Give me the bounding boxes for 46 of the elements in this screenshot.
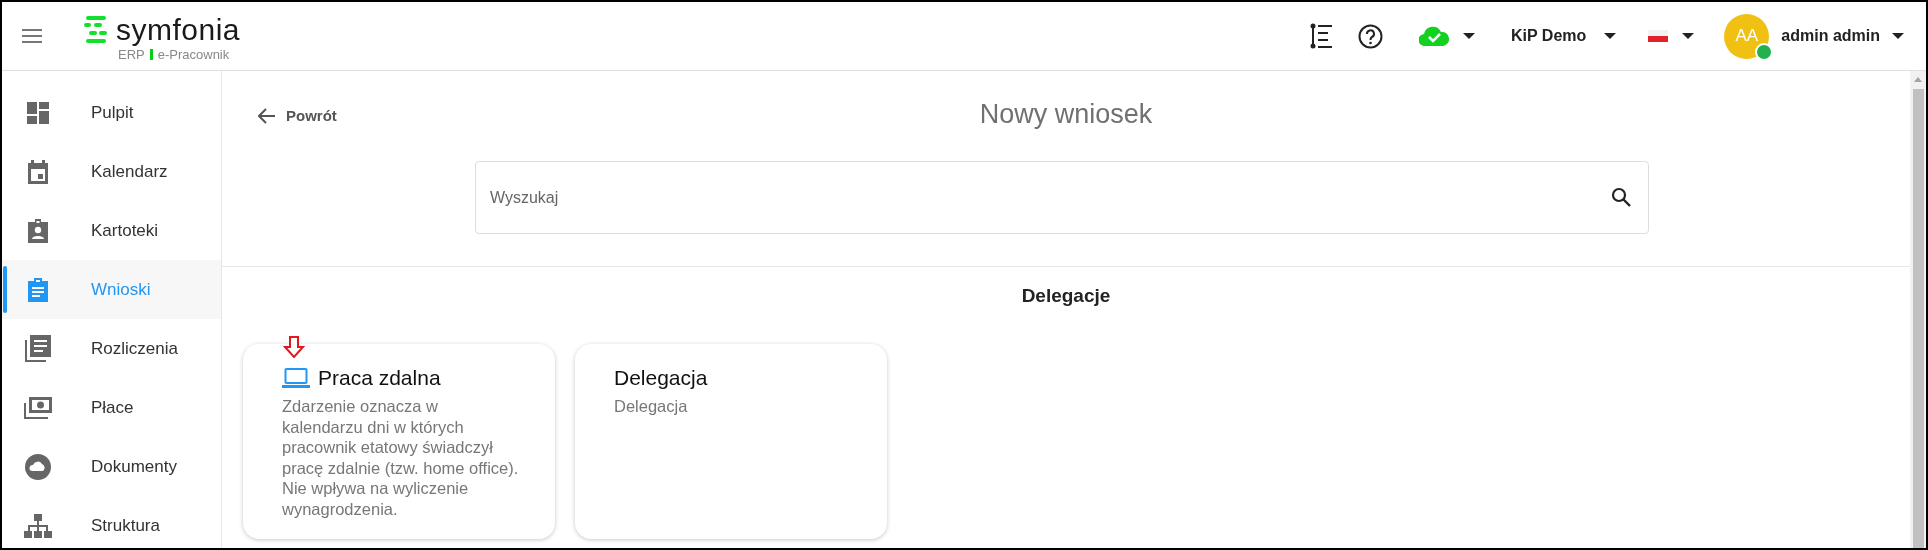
- sidebar-item[interactable]: Struktura: [2, 496, 221, 548]
- card-title: Delegacja: [614, 366, 708, 390]
- scrollbar-thumb[interactable]: [1912, 89, 1924, 548]
- logo-icon: [84, 16, 108, 43]
- hierarchy-icon: [24, 513, 52, 538]
- id-badge-icon: [27, 218, 49, 243]
- company-selector[interactable]: KiP Demo: [1511, 27, 1617, 45]
- request-card[interactable]: Praca zdalna Zdarzenie oznacza w kalendarzu dni w których pracownik etatowy świadczył pracę zdalnie (tzw. home office). Nie wpływa na wyliczenie wynagrodzenia.: [243, 344, 555, 539]
- caret-icon[interactable]: [1682, 33, 1695, 39]
- sidebar-item[interactable]: Pulpit: [2, 83, 221, 142]
- page-title: Nowy wniosek: [979, 98, 1153, 130]
- sync-status-button[interactable]: [1419, 26, 1476, 46]
- back-arrow-icon: [258, 107, 276, 124]
- documents-icon: [25, 335, 51, 362]
- section-heading: Delegacje: [1020, 284, 1112, 308]
- laptop-icon: [282, 368, 310, 388]
- sidebar-item[interactable]: Płace: [2, 378, 221, 437]
- language-selector[interactable]: [1648, 30, 1695, 42]
- request-card[interactable]: Delegacja Delegacja: [575, 344, 887, 539]
- sidebar-item[interactable]: Kartoteki: [2, 201, 221, 260]
- sidebar-item[interactable]: Rozliczenia: [2, 319, 221, 378]
- card-description: Delegacja: [614, 396, 689, 417]
- module-label: e-Pracownik: [157, 46, 230, 62]
- caret-icon[interactable]: [1463, 33, 1476, 39]
- list-icon[interactable]: [1310, 23, 1335, 49]
- menu-icon[interactable]: [22, 29, 42, 43]
- back-link[interactable]: Powrót: [258, 107, 337, 124]
- dashboard-icon: [27, 101, 49, 124]
- card-title: Praca zdalna: [318, 366, 441, 390]
- sidebar-item[interactable]: Dokumenty: [2, 437, 221, 496]
- clipboard-icon: [27, 277, 49, 302]
- caret-icon[interactable]: [1892, 33, 1904, 39]
- cloud-icon: [25, 453, 51, 480]
- cloud-check-icon: [1419, 26, 1450, 46]
- flag-icon: [1648, 30, 1669, 42]
- user-menu[interactable]: admin admin: [1781, 27, 1904, 45]
- search-icon[interactable]: [1611, 187, 1631, 207]
- card-description: Zdarzenie oznacza w kalendarzu dni w których pracownik etatowy świadczył pracę zdalnie (tzw. home office). Nie wpływa na wyliczenie wynagrodzenia.: [282, 396, 519, 519]
- sidebar-item[interactable]: Kalendarz: [2, 142, 221, 201]
- brand-logo: symfonia: [116, 14, 241, 45]
- banknote-icon: [24, 396, 52, 419]
- help-icon[interactable]: [1358, 23, 1384, 49]
- search-field[interactable]: Wyszukaj: [475, 161, 1649, 234]
- caret-icon[interactable]: [1604, 33, 1617, 39]
- product-label: ERP: [118, 46, 145, 62]
- calendar-icon: [27, 159, 49, 184]
